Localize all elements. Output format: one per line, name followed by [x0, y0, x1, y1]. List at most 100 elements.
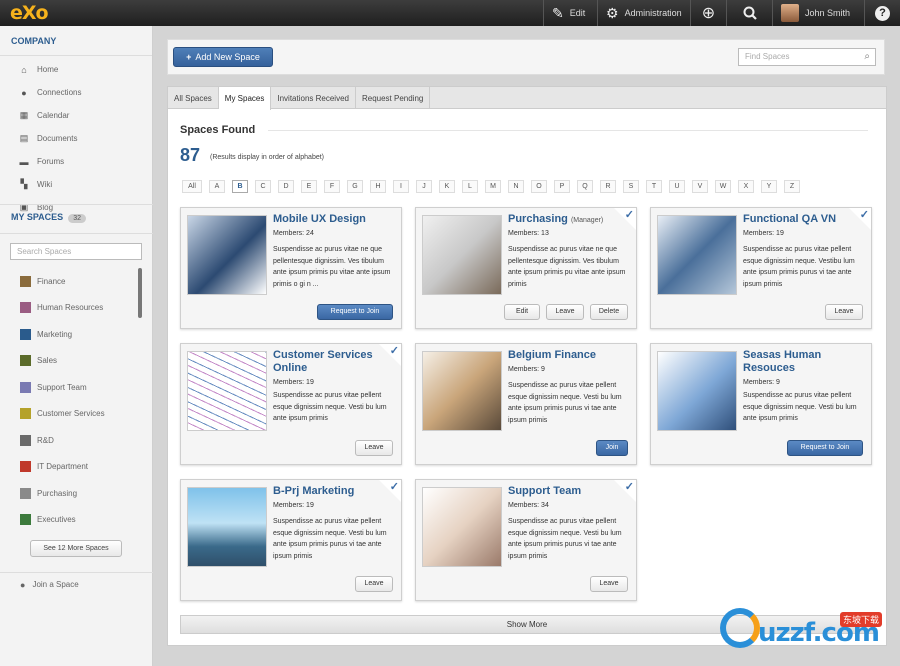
- space-title[interactable]: Seasas Human Resouces: [743, 349, 868, 375]
- alphabet-letter-d[interactable]: D: [278, 180, 294, 193]
- request-to-join-button[interactable]: Request to Join: [787, 440, 863, 456]
- alphabet-letter-u[interactable]: U: [669, 180, 685, 193]
- leave-button[interactable]: Leave: [546, 304, 584, 320]
- leave-button[interactable]: Leave: [355, 576, 393, 592]
- join-button[interactable]: Join: [596, 440, 628, 456]
- space-title[interactable]: Belgium Finance: [508, 349, 633, 362]
- space-item-rd[interactable]: R&D: [0, 427, 153, 454]
- add-button[interactable]: ⊕: [690, 0, 726, 26]
- space-item-marketing[interactable]: Marketing: [0, 321, 153, 348]
- alphabet-letter-q[interactable]: Q: [577, 180, 593, 193]
- nav-item-home[interactable]: ⌂ Home: [0, 58, 152, 81]
- space-label: IT Department: [37, 462, 88, 472]
- space-members: Members: 9: [508, 366, 545, 373]
- user-name: John Smith: [805, 8, 851, 18]
- space-members: Members: 19: [743, 230, 784, 237]
- add-new-space-button[interactable]: + Add New Space: [173, 47, 273, 67]
- leave-button[interactable]: Leave: [355, 440, 393, 456]
- space-image[interactable]: [422, 487, 502, 567]
- space-item-purchasing[interactable]: Purchasing: [0, 480, 153, 507]
- edit-button[interactable]: Edit: [504, 304, 540, 320]
- user-menu[interactable]: John Smith: [772, 0, 864, 26]
- help-button[interactable]: ?: [864, 0, 900, 26]
- space-image[interactable]: [657, 351, 737, 431]
- nav-item-wiki[interactable]: ▚ Wiki: [0, 173, 152, 196]
- space-title[interactable]: Mobile UX Design: [273, 213, 398, 226]
- space-item-customer-services[interactable]: Customer Services: [0, 401, 153, 428]
- space-item-executives[interactable]: Executives: [0, 507, 153, 534]
- tab-my-spaces[interactable]: My Spaces: [218, 87, 272, 110]
- request-to-join-button[interactable]: Request to Join: [317, 304, 393, 320]
- space-item-finance[interactable]: Finance: [0, 268, 153, 295]
- alphabet-letter-o[interactable]: O: [531, 180, 547, 193]
- see-more-spaces-button[interactable]: See 12 More Spaces: [30, 540, 122, 557]
- alphabet-letter-r[interactable]: R: [600, 180, 616, 193]
- alphabet-letter-k[interactable]: K: [439, 180, 455, 193]
- leave-button[interactable]: Leave: [590, 576, 628, 592]
- space-title-text: Seasas Human Resouces: [743, 349, 822, 374]
- space-image[interactable]: [187, 351, 267, 431]
- alphabet-letter-j[interactable]: J: [416, 180, 432, 193]
- check-icon: ✓: [624, 481, 634, 493]
- alphabet-letter-v[interactable]: V: [692, 180, 708, 193]
- search-button[interactable]: [726, 0, 772, 26]
- logo[interactable]: eXo: [10, 2, 49, 24]
- search-icon[interactable]: ⌕: [864, 51, 870, 62]
- alphabet-letter-g[interactable]: G: [347, 180, 363, 193]
- space-image[interactable]: [422, 351, 502, 431]
- alphabet-letter-h[interactable]: H: [370, 180, 386, 193]
- alphabet-letter-b[interactable]: B: [232, 180, 248, 193]
- space-title-text: Belgium Finance: [508, 349, 597, 361]
- edit-button[interactable]: ✎ Edit: [543, 0, 597, 26]
- alphabet-letter-a[interactable]: A: [209, 180, 225, 193]
- alphabet-letter-i[interactable]: I: [393, 180, 409, 193]
- nav-item-calendar[interactable]: ▦ Calendar: [0, 104, 152, 127]
- space-item-it-department[interactable]: IT Department: [0, 454, 153, 481]
- sidebar-scrollbar[interactable]: [138, 268, 142, 318]
- my-spaces-header[interactable]: MY SPACES 32: [0, 204, 153, 234]
- alphabet-letter-all[interactable]: All: [182, 180, 202, 193]
- space-item-support-team[interactable]: Support Team: [0, 374, 153, 401]
- space-image[interactable]: [657, 215, 737, 295]
- alphabet-letter-x[interactable]: X: [738, 180, 754, 193]
- member-check-badge: ✓: [614, 480, 636, 502]
- alphabet-letter-c[interactable]: C: [255, 180, 271, 193]
- leave-button[interactable]: Leave: [825, 304, 863, 320]
- search-spaces-input[interactable]: Search Spaces: [10, 243, 142, 260]
- nav-item-documents[interactable]: ▤ Documents: [0, 127, 152, 150]
- main-content: + Add New Space Find Spaces ⌕ All Spaces M…: [163, 37, 888, 657]
- space-card: Support Team Members: 34 Suspendisse ac pu…: [415, 479, 637, 601]
- space-title-text: Mobile UX Design: [273, 213, 366, 225]
- space-image[interactable]: [187, 487, 267, 567]
- space-title-text: B-Prj Marketing: [273, 485, 355, 497]
- administration-button[interactable]: ⚙ Administration: [597, 0, 690, 26]
- space-label: Finance: [37, 276, 66, 286]
- space-image[interactable]: [422, 215, 502, 295]
- alphabet-letter-e[interactable]: E: [301, 180, 317, 193]
- search-icon: [743, 6, 757, 20]
- alphabet-letter-m[interactable]: M: [485, 180, 501, 193]
- join-space-link[interactable]: ● Join a Space: [0, 572, 153, 596]
- find-spaces-input[interactable]: Find Spaces ⌕: [738, 48, 876, 66]
- alphabet-letter-z[interactable]: Z: [784, 180, 800, 193]
- alphabet-letter-y[interactable]: Y: [761, 180, 777, 193]
- nav-item-forums[interactable]: ▬ Forums: [0, 150, 152, 173]
- alphabet-letter-t[interactable]: T: [646, 180, 662, 193]
- tab-invitations-received[interactable]: Invitations Received: [271, 87, 356, 109]
- alphabet-letter-p[interactable]: P: [554, 180, 570, 193]
- alphabet-letter-s[interactable]: S: [623, 180, 639, 193]
- tab-request-pending[interactable]: Request Pending: [356, 87, 431, 109]
- delete-button[interactable]: Delete: [590, 304, 628, 320]
- alphabet-letter-l[interactable]: L: [462, 180, 478, 193]
- check-icon: ✓: [859, 209, 869, 221]
- alphabet-letter-n[interactable]: N: [508, 180, 524, 193]
- alphabet-letter-f[interactable]: F: [324, 180, 340, 193]
- nav-item-connections[interactable]: ● Connections: [0, 81, 152, 104]
- space-image[interactable]: [187, 215, 267, 295]
- alphabet-letter-w[interactable]: W: [715, 180, 731, 193]
- member-check-badge: ✓: [849, 208, 871, 230]
- space-item-human-resources[interactable]: Human Resources: [0, 295, 153, 322]
- space-thumbnail: [20, 302, 31, 314]
- space-item-sales[interactable]: Sales: [0, 348, 153, 375]
- tab-all-spaces[interactable]: All Spaces: [168, 87, 219, 109]
